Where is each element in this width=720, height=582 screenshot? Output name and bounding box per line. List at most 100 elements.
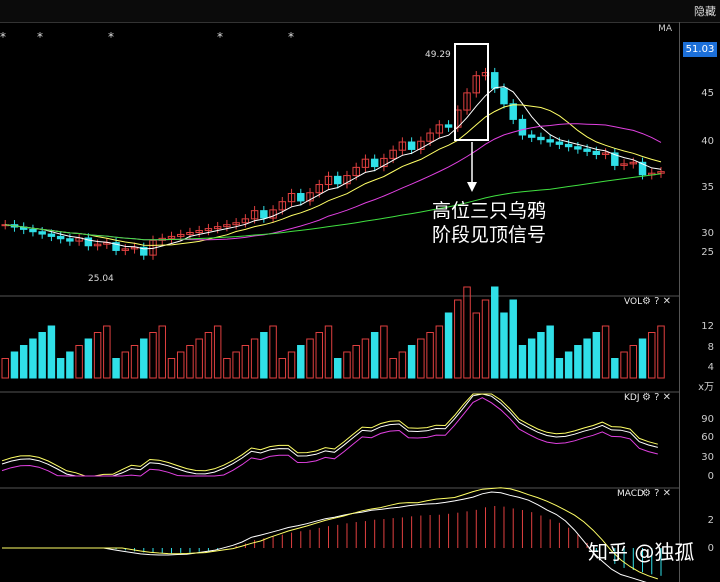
volume-bar — [509, 299, 517, 379]
volume-bar — [149, 332, 157, 379]
help-icon[interactable]: ? — [654, 296, 659, 307]
candlestick — [38, 231, 46, 235]
volume-bar — [648, 332, 656, 379]
price-tick: 35 — [701, 182, 714, 193]
candlestick — [583, 148, 591, 152]
volume-bar — [435, 325, 444, 379]
volume-bar — [537, 332, 545, 379]
volume-bar — [491, 286, 499, 379]
volume-bar — [454, 299, 462, 379]
price-tick: 25 — [701, 247, 714, 258]
kdj-line — [1, 393, 658, 477]
volume-bar — [213, 325, 222, 379]
volume-bar — [195, 338, 203, 379]
volume-bar — [204, 332, 213, 379]
close-icon[interactable]: ✕ — [663, 392, 671, 403]
volume-bar — [10, 351, 19, 379]
hide-button[interactable]: 隐藏 — [694, 3, 716, 19]
candlestick — [574, 146, 582, 150]
volume-bar — [103, 325, 111, 379]
volume-bar — [638, 338, 647, 379]
kdj-tick: 90 — [701, 414, 714, 425]
candlestick — [555, 141, 564, 145]
candlestick — [564, 143, 573, 148]
volume-bar — [29, 338, 37, 379]
candlestick — [546, 139, 554, 143]
volume-bar — [250, 338, 259, 379]
volume-bar — [629, 345, 638, 379]
candlestick — [56, 235, 65, 240]
volume-bar — [398, 351, 407, 379]
candlestick — [66, 238, 74, 242]
volume-bar — [389, 358, 397, 379]
gear-icon[interactable]: ⚙ — [642, 488, 651, 499]
gear-icon[interactable]: ⚙ — [642, 296, 651, 307]
volume-bar — [426, 332, 434, 379]
volume-bar — [444, 312, 453, 379]
close-icon[interactable]: ✕ — [663, 296, 671, 307]
volume-bar — [186, 345, 194, 379]
volume-bar — [84, 338, 93, 379]
volume-bar — [260, 332, 268, 379]
volume-bar — [130, 345, 139, 379]
ma-line — [5, 86, 662, 250]
kdj-panel-title: KDJ — [624, 393, 640, 403]
price-tick: 45 — [701, 88, 714, 99]
volume-bar — [140, 338, 148, 379]
event-star-icon[interactable]: * — [108, 30, 114, 44]
event-star-icon[interactable]: * — [217, 30, 223, 44]
kdj-tick: 0 — [707, 471, 714, 482]
vol-unit: x万 — [698, 382, 714, 393]
ma-line — [5, 104, 662, 246]
volume-bar — [47, 325, 56, 379]
volume-bar — [176, 351, 185, 379]
volume-bar — [278, 358, 287, 379]
gear-icon[interactable]: ⚙ — [642, 392, 651, 403]
event-star-icon[interactable]: * — [288, 30, 294, 44]
vol-tick: 12 — [701, 321, 714, 332]
current-price-tag: 51.03 — [683, 42, 717, 57]
volume-bar — [527, 338, 536, 379]
volume-bar — [500, 312, 508, 379]
candlestick — [297, 193, 305, 202]
kdj-tick: 30 — [701, 452, 714, 463]
volume-bar — [481, 299, 490, 379]
volume-bar — [380, 325, 388, 379]
volume-bar — [232, 351, 240, 379]
close-icon[interactable]: ✕ — [663, 488, 671, 499]
price-tick: 40 — [701, 136, 714, 147]
volume-bar — [167, 358, 176, 379]
volume-bar — [546, 325, 554, 379]
volume-bar — [241, 345, 250, 379]
help-icon[interactable]: ? — [654, 392, 659, 403]
volume-bar — [518, 345, 527, 379]
candlestick — [592, 150, 601, 156]
macd-tick: 0 — [707, 543, 714, 554]
candlestick — [509, 103, 517, 120]
volume-bar — [93, 332, 102, 379]
volume-bar — [555, 358, 564, 379]
volume-bar — [38, 332, 46, 379]
event-star-icon[interactable]: * — [0, 30, 6, 44]
volume-bar — [66, 351, 74, 379]
high-price-label: 49.29 — [425, 50, 451, 60]
candlestick — [370, 158, 379, 168]
volume-bar — [657, 325, 665, 379]
kdj-tick: 60 — [701, 432, 714, 443]
vol-panel-title: VOL — [624, 297, 643, 307]
event-star-icon[interactable]: * — [37, 30, 43, 44]
price-tick: 30 — [701, 228, 714, 239]
volume-bar — [269, 325, 277, 379]
volume-bar — [324, 325, 333, 379]
macd-panel-title: MACD — [617, 489, 644, 499]
volume-bar — [574, 345, 582, 379]
help-icon[interactable]: ? — [654, 488, 659, 499]
candlestick — [527, 134, 536, 138]
volume-bar — [315, 332, 323, 379]
kdj-line — [1, 393, 658, 477]
volume-bar — [306, 338, 314, 379]
volume-bar — [592, 332, 601, 379]
candlestick — [47, 233, 56, 237]
volume-bar — [1, 358, 9, 379]
volume-bar — [334, 358, 342, 379]
